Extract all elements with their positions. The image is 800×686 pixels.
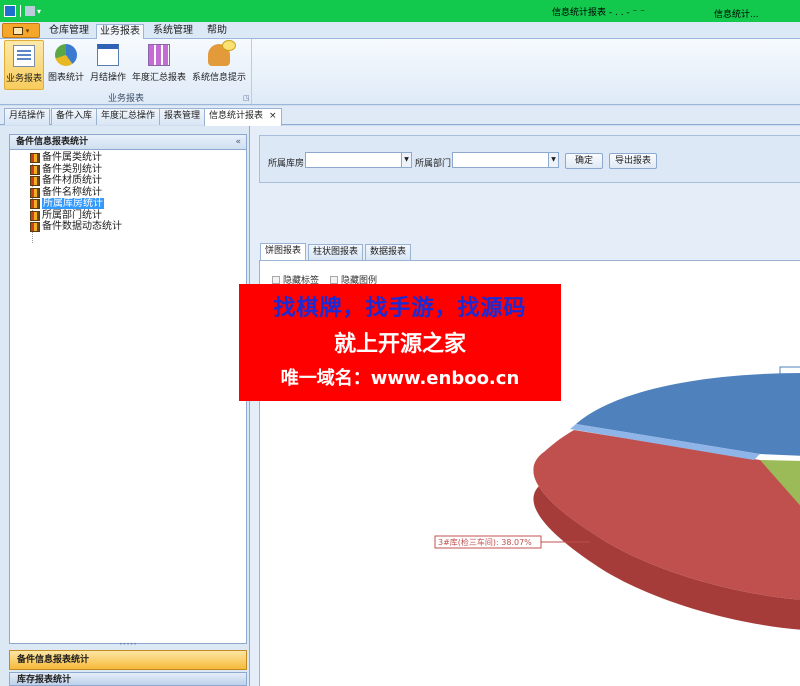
nav-bar-parts-stats[interactable]: 备件信息报表统计 — [9, 650, 247, 670]
doc-tab-monthly-close[interactable]: 月结操作 — [4, 108, 51, 125]
banner-line-1: 找棋牌，找手游，找源码 — [273, 296, 527, 321]
left-navigation-area: 备件信息报表统计 « 备件属类统计 备件类别统计 备件材质统计 备件名称统计 所… — [0, 126, 252, 686]
system-info-button[interactable]: 系统信息提示 — [190, 40, 248, 90]
report-content-area: 所属库房 ▼ 所属部门 ▼ 确定 导出报表 饼图报表 柱状图报表 数据报表 隐藏… — [249, 126, 800, 686]
warehouse-select[interactable]: ▼ — [305, 152, 412, 168]
user-message-icon — [208, 40, 236, 66]
calendar-icon — [97, 44, 119, 66]
window-title-right: 信息统计... — [714, 10, 759, 20]
panel-header: 备件信息报表统计 « — [10, 135, 246, 150]
ribbon-tab-system[interactable]: 系统管理 — [148, 24, 198, 39]
panel-splitter[interactable]: ••••• — [9, 642, 247, 648]
pie-chart-icon — [55, 44, 77, 66]
doc-tab-info-stats-label: 信息统计报表 — [209, 111, 264, 121]
ribbon-tab-warehouse[interactable]: 仓库管理 — [44, 24, 94, 39]
stats-tree: 备件属类统计 备件类别统计 备件材质统计 备件名称统计 所属库房统计 所属部门统… — [10, 150, 246, 243]
app-menu-icon — [12, 26, 23, 35]
chart-stats-label: 图表统计 — [47, 73, 84, 83]
ribbon-group-label: 业务报表 — [107, 94, 144, 104]
business-report-button[interactable]: 业务报表 — [4, 40, 44, 90]
doc-tab-annual-summary[interactable]: 年度汇总操作 — [96, 108, 161, 125]
chevron-down-icon[interactable]: ▼ — [548, 153, 558, 167]
tree-item-warehouse[interactable]: 所属库房统计 — [10, 198, 246, 210]
chevron-down-icon: ▾ — [25, 26, 30, 35]
warehouse-label: 所属库房 — [268, 159, 305, 169]
ribbon-tab-business-report[interactable]: 业务报表 — [96, 24, 144, 40]
close-icon[interactable]: × — [269, 111, 277, 121]
tree-item-name[interactable]: 备件名称统计 — [10, 187, 246, 199]
books-icon — [30, 199, 40, 209]
banner-line-2: 就上开源之家 — [333, 332, 466, 357]
title-bar: ▾ 信息统计报表 - . . - ⁻ ⁻ 信息统计... — [0, 0, 800, 22]
application-menu-button[interactable]: ▾ — [2, 23, 40, 38]
tree-item-category[interactable]: 备件属类统计 — [10, 152, 246, 164]
books-icon — [30, 164, 40, 175]
document-tab-bar: 月结操作 备件入库 年度汇总操作 报表管理 信息统计报表 × — [0, 106, 800, 126]
tree-item-material[interactable]: 备件材质统计 — [10, 175, 246, 187]
chevron-down-icon[interactable]: ▼ — [401, 153, 411, 167]
books-icon — [30, 222, 40, 232]
tree-item-dynamic[interactable]: 备件数据动态统计 — [10, 221, 246, 233]
app-icon[interactable] — [4, 5, 16, 17]
window-title: 信息统计报表 - . . - ⁻ ⁻ — [552, 8, 645, 18]
books-icon — [30, 210, 40, 221]
chart-stats-button[interactable]: 图表统计 — [46, 40, 86, 90]
ribbon-tab-help[interactable]: 帮助 — [202, 24, 232, 39]
tree-item-department[interactable]: 所属部门统计 — [10, 210, 246, 222]
confirm-button[interactable]: 确定 — [565, 153, 603, 169]
business-report-label: 业务报表 — [5, 74, 42, 84]
chevron-down-icon[interactable]: ▾ — [37, 7, 41, 16]
books-icon — [30, 176, 40, 186]
doc-tab-report-mgmt[interactable]: 报表管理 — [159, 108, 206, 125]
department-select[interactable]: ▼ — [452, 152, 559, 168]
report-doc-icon — [13, 45, 35, 67]
doc-tab-parts-inbound[interactable]: 备件入库 — [51, 108, 98, 125]
quick-access-icon[interactable] — [25, 6, 35, 16]
tab-pie-report[interactable]: 饼图报表 — [260, 243, 307, 260]
ribbon-group-business-report: 业务报表 图表统计 月结操作 年度汇总报表 系统信息提示 业务报表 ◳ — [0, 39, 252, 104]
nav-bar-inventory-stats[interactable]: 库存报表统计 — [9, 672, 247, 686]
banner-line-3: 唯一域名：www.enboo.cn — [280, 368, 520, 389]
annual-summary-button[interactable]: 年度汇总报表 — [130, 40, 188, 90]
filter-panel: 所属库房 ▼ 所属部门 ▼ 确定 导出报表 — [259, 135, 800, 183]
panel-title: 备件信息报表统计 — [16, 137, 89, 147]
doc-tab-info-stats[interactable]: 信息统计报表 × — [204, 108, 282, 126]
monthly-close-button[interactable]: 月结操作 — [88, 40, 128, 90]
books-icon — [30, 187, 40, 198]
system-info-label: 系统信息提示 — [191, 73, 246, 83]
stats-tree-panel: 备件信息报表统计 « 备件属类统计 备件类别统计 备件材质统计 备件名称统计 所… — [9, 134, 247, 644]
ribbon-tab-bar: ▾ 仓库管理 业务报表 系统管理 帮助 — [0, 22, 800, 40]
slice-label-text: 3#库(检三车间): 38.07% — [438, 537, 532, 547]
collapse-icon[interactable]: « — [235, 135, 241, 149]
monthly-close-label: 月结操作 — [89, 73, 126, 83]
dialog-launcher-icon[interactable]: ◳ — [243, 94, 250, 102]
tab-data-report[interactable]: 数据报表 — [365, 244, 412, 260]
grid-report-icon — [148, 44, 170, 66]
ad-banner[interactable]: 找棋牌，找手游，找源码 就上开源之家 唯一域名：www.enboo.cn — [239, 284, 561, 401]
quick-access-separator — [20, 5, 21, 17]
annual-summary-label: 年度汇总报表 — [131, 73, 186, 83]
books-icon — [30, 153, 40, 163]
export-report-button[interactable]: 导出报表 — [609, 153, 657, 169]
tree-item-type[interactable]: 备件类别统计 — [10, 164, 246, 176]
tab-bar-report[interactable]: 柱状图报表 — [308, 244, 364, 260]
ribbon-body: 业务报表 图表统计 月结操作 年度汇总报表 系统信息提示 业务报表 ◳ — [0, 39, 800, 105]
department-label: 所属部门 — [415, 159, 452, 169]
